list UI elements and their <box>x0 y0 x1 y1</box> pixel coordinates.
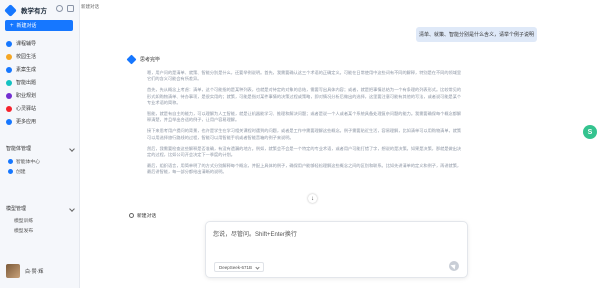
user-profile[interactable]: 白·赞·辉 <box>6 264 43 278</box>
nav-item-course[interactable]: 课程辅导 <box>6 37 36 50</box>
plus-icon: + <box>10 22 14 29</box>
nav-item-label: 素案生成 <box>16 67 37 73</box>
sidebar: 教学有方 + 新建对话 课程辅导 校园生活 素案生成 智能出题 职业规划 心灵驿… <box>0 0 80 288</box>
nav-item-label: 更多应用 <box>16 119 37 125</box>
sub-item-model-train[interactable]: 模型训练 <box>14 215 33 225</box>
chevron-down-icon <box>255 265 260 270</box>
reasoning-paragraph: 最后，组织语言，用简单明了的方式分别解释每个概念，并配上具体的例子，确保用户能够… <box>147 163 462 175</box>
reasoning-paragraph: 智能，就是有自主的能力，可以理解为人工智能，就是让机器能学习、推理和解决问题；或… <box>147 111 462 123</box>
brand: 教学有方 <box>4 3 47 17</box>
user-name: 白·赞·辉 <box>25 268 44 275</box>
nav-list: 课程辅导 校园生活 素案生成 智能出题 职业规划 心灵驿站 更多应用 <box>6 37 36 128</box>
new-conversation-label: 新建对话 <box>137 214 157 219</box>
nav-item-quiz[interactable]: 智能出题 <box>6 76 36 89</box>
document-icon <box>6 66 12 73</box>
sub-item-model-publish[interactable]: 模型发布 <box>14 225 33 235</box>
career-icon <box>6 92 12 99</box>
heart-icon <box>6 105 12 112</box>
scroll-down-button[interactable]: ↓ <box>308 194 317 203</box>
sub-item-label: 智能体中心 <box>16 159 40 165</box>
nav-item-heart[interactable]: 心灵驿站 <box>6 102 36 115</box>
chevron-down-icon <box>69 145 75 152</box>
agent-sub-list: 智能体中心 创建 <box>8 156 40 176</box>
sub-item-label: 模型发布 <box>14 228 34 234</box>
send-icon <box>450 262 458 270</box>
sidebar-tools <box>56 5 74 12</box>
send-button[interactable] <box>449 261 459 271</box>
section-agent-title: 智能体管理 <box>6 146 32 152</box>
agent-icon <box>8 158 13 164</box>
sub-item-create[interactable]: 创建 <box>8 166 40 176</box>
floating-assistant-badge[interactable]: S <box>583 125 597 139</box>
nav-item-more[interactable]: 更多应用 <box>6 115 36 128</box>
assistant-logo-icon <box>126 54 137 65</box>
history-icon[interactable] <box>56 5 63 12</box>
reasoning-paragraph: 然后，我需要检查这些解释是否准确，有没有遗漏的地方。例如，就策会不会是一个特定的… <box>147 145 462 158</box>
app-root: 教学有方 + 新建对话 课程辅导 校园生活 素案生成 智能出题 职业规划 心灵驿… <box>0 0 600 288</box>
section-model-title: 模型管理 <box>6 206 27 212</box>
nav-item-label: 心灵驿站 <box>16 106 37 112</box>
brand-name: 教学有方 <box>21 8 47 15</box>
new-conversation-button[interactable]: 新建对话 <box>129 212 156 219</box>
model-sub-list: 模型训练 模型发布 <box>14 215 33 235</box>
thinking-status[interactable]: 思考完毕 <box>140 56 160 63</box>
new-chat-label: 新建对话 <box>16 23 37 29</box>
nav-item-plan[interactable]: 素案生成 <box>6 63 36 76</box>
collapse-sidebar-icon[interactable] <box>67 5 74 12</box>
sub-item-label: 创建 <box>16 169 26 175</box>
nav-item-label: 校园生活 <box>16 54 37 60</box>
reasoning-paragraph: 首先，先从概念上考虑：清单，这个可能指的是某种列表，也就是对待定的对象的总结，需… <box>147 87 462 105</box>
grid-icon <box>6 118 12 125</box>
model-select-label: DeepSeek-671B <box>219 264 253 270</box>
avatar <box>6 264 20 278</box>
user-message-bubble: 清单、就策、智能分别是什么含义，请举个例子说明 <box>416 27 537 42</box>
chevron-down-icon <box>69 205 75 212</box>
nav-item-label: 课程辅导 <box>16 41 37 47</box>
section-model-header[interactable]: 模型管理 <box>6 205 75 212</box>
course-icon <box>6 40 12 47</box>
reasoning-paragraph: 嗯，用户问的是清单、就策、智能分别是什么，还要举例说明。首先，我需要确认这三个术… <box>147 70 462 82</box>
reasoning-paragraph: 接下来思考用户提问的背景，也许是学生在学习相关课程时遇到的问题，或者是工作中需要… <box>147 128 462 140</box>
nav-item-campus[interactable]: 校园生活 <box>6 50 36 63</box>
brand-logo-icon <box>4 3 17 17</box>
create-icon <box>8 168 13 174</box>
page-title: 新建对话 <box>81 4 99 9</box>
model-select[interactable]: DeepSeek-671B <box>214 262 264 272</box>
quiz-icon <box>6 79 12 86</box>
sub-item-label: 模型训练 <box>14 218 34 224</box>
new-conversation-icon <box>129 213 134 218</box>
chat-input-card: DeepSeek-671B <box>205 221 468 278</box>
chat-input[interactable] <box>213 229 453 247</box>
sub-item-agent-center[interactable]: 智能体中心 <box>8 156 40 166</box>
new-chat-button[interactable]: + 新建对话 <box>5 20 73 31</box>
nav-item-career[interactable]: 职业规划 <box>6 89 36 102</box>
section-agent-header[interactable]: 智能体管理 <box>6 145 75 152</box>
campus-icon <box>6 53 12 60</box>
nav-item-label: 职业规划 <box>16 93 37 99</box>
assistant-reasoning: 嗯，用户问的是清单、就策、智能分别是什么，还要举例说明。首先，我需要确认这三个术… <box>147 70 463 181</box>
nav-item-label: 智能出题 <box>16 80 37 86</box>
